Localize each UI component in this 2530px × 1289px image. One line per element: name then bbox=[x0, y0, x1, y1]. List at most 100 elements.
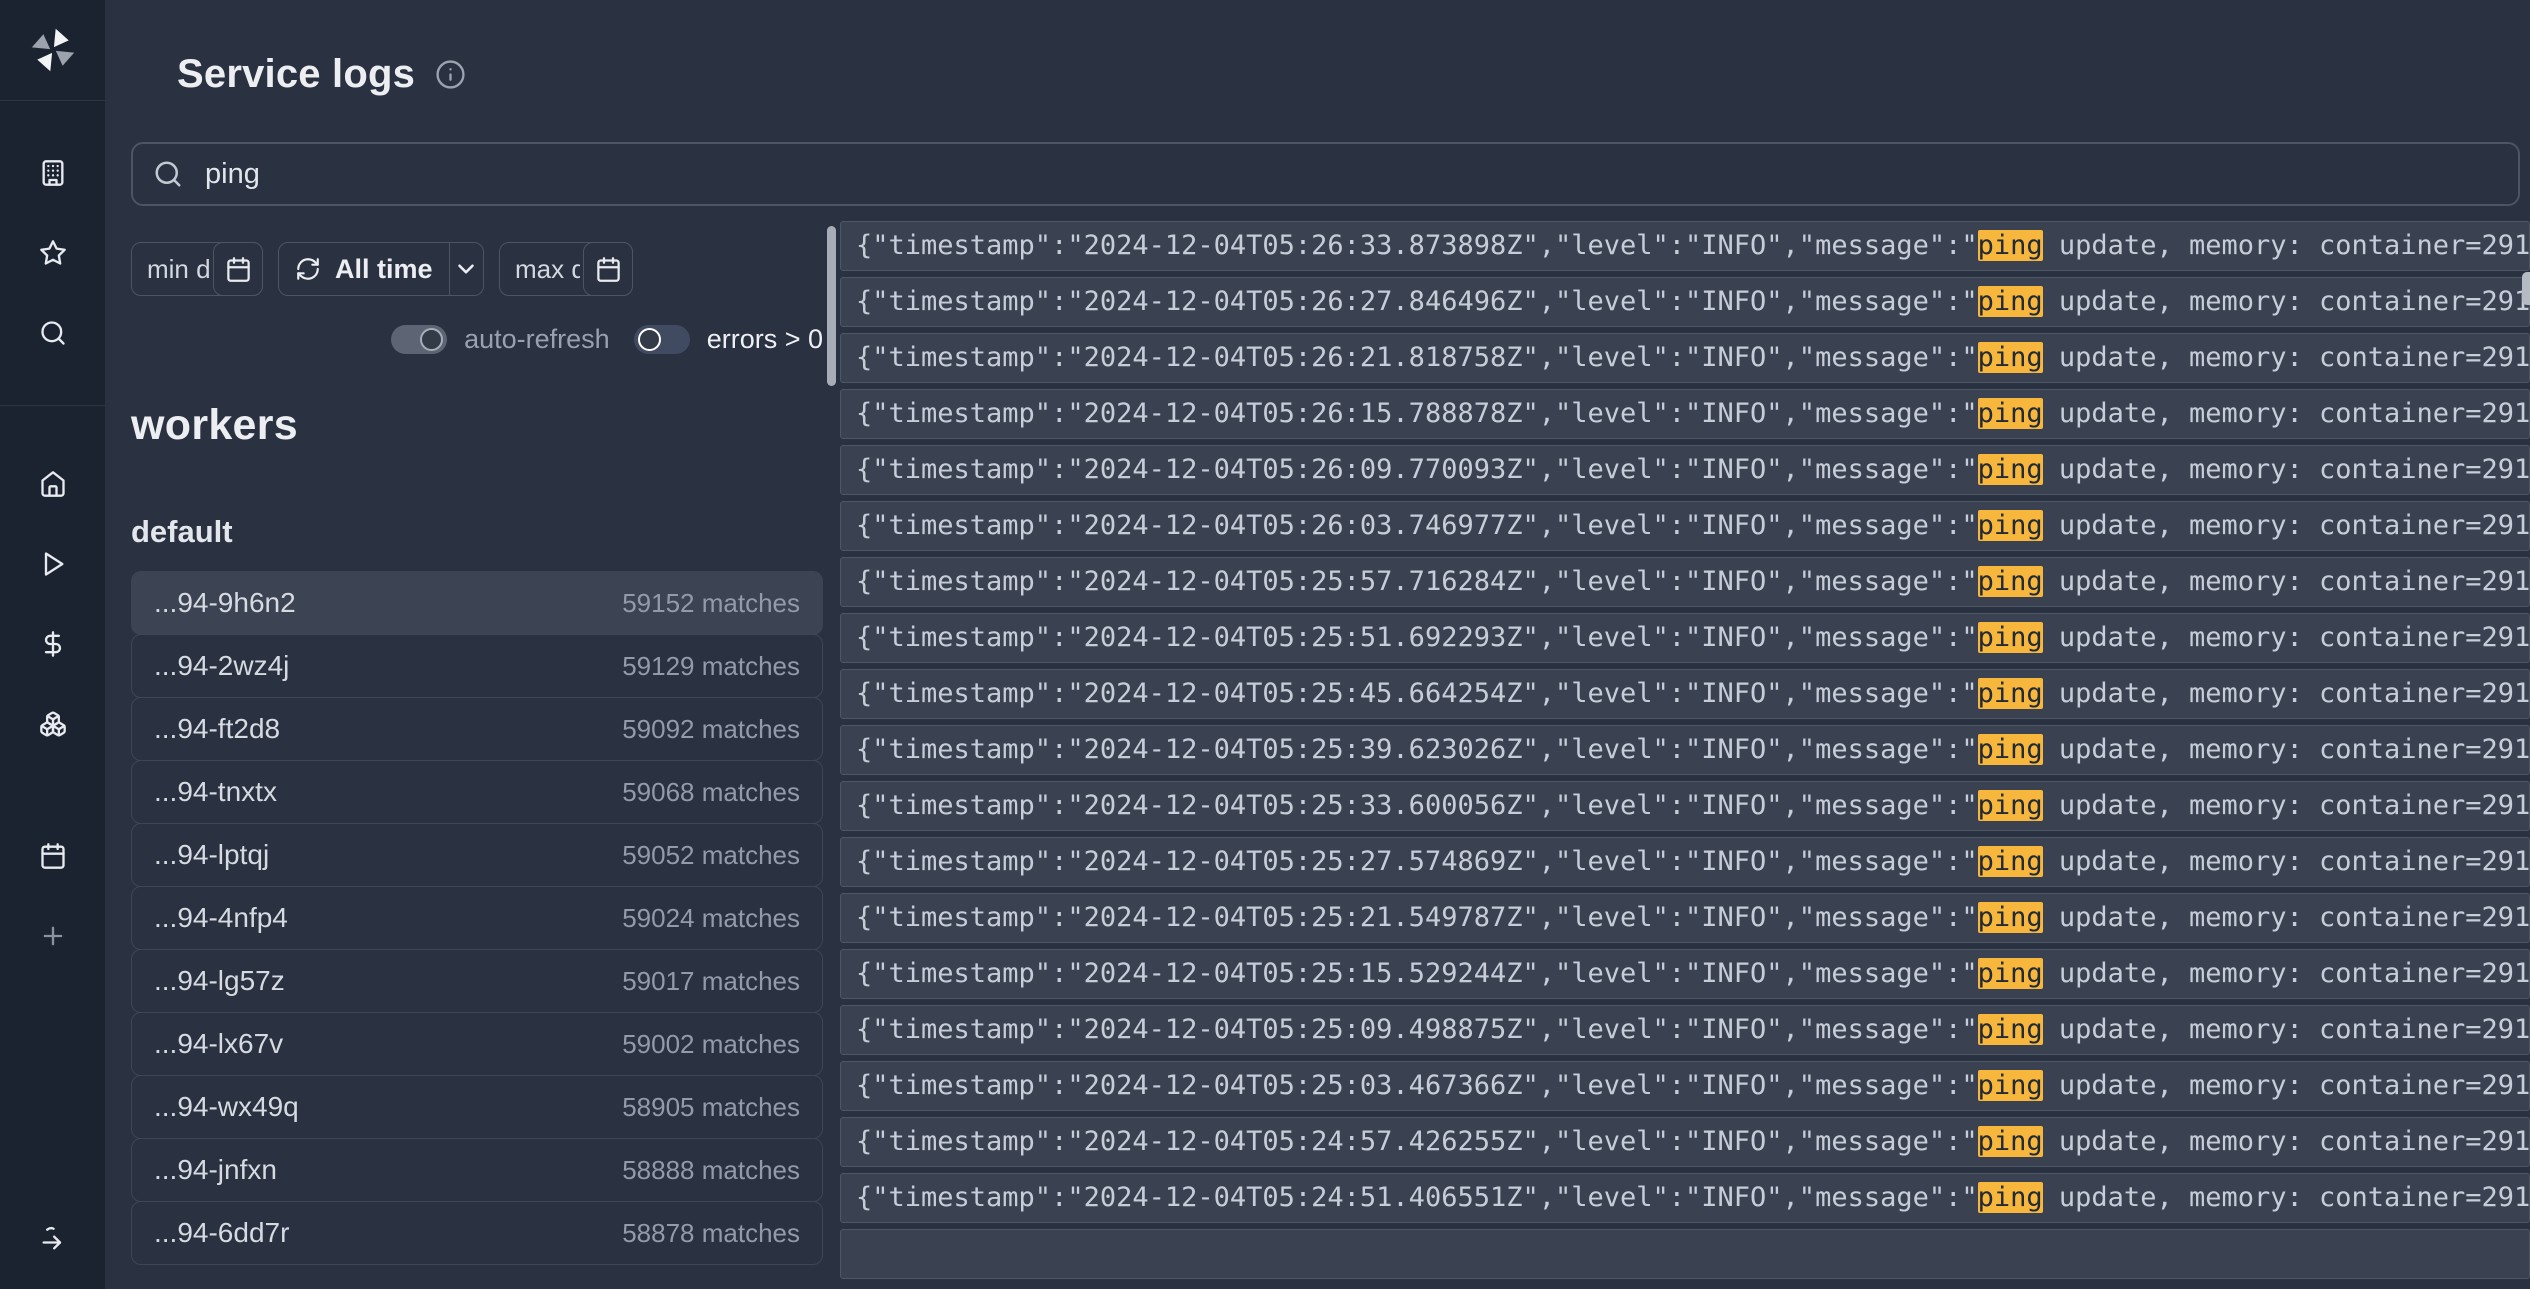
worker-row[interactable]: ...94-4nfp4 59024 matches bbox=[131, 886, 823, 950]
refresh-icon bbox=[295, 256, 321, 282]
log-row: {"timestamp":"2024-12-04T05:25:45.664254… bbox=[840, 669, 2530, 719]
log-text-pre: {"timestamp":"2024-12-04T05:24:51.406551… bbox=[856, 1182, 1978, 1213]
log-text-post: update, memory: container=291MB bbox=[2043, 1182, 2530, 1213]
search-icon bbox=[153, 159, 183, 189]
log-row: {"timestamp":"2024-12-04T05:25:21.549787… bbox=[840, 893, 2530, 943]
worker-row[interactable]: ...94-2wz4j 59129 matches bbox=[131, 634, 823, 698]
log-text-pre: {"timestamp":"2024-12-04T05:25:51.692293… bbox=[856, 622, 1978, 653]
left-panel: All time bbox=[131, 221, 823, 1289]
search-input[interactable] bbox=[205, 158, 2498, 191]
log-text-pre: {"timestamp":"2024-12-04T05:24:57.426255… bbox=[856, 1126, 1978, 1157]
worker-row[interactable]: ...94-6dd7r 58878 matches bbox=[131, 1201, 823, 1265]
sidebar-item-runs[interactable] bbox=[0, 524, 105, 604]
auto-refresh-group: auto-refresh bbox=[391, 324, 610, 355]
log-text-post: update, memory: container=291MB bbox=[2043, 286, 2530, 317]
worker-matches: 59024 matches bbox=[622, 903, 800, 934]
min-date-field bbox=[131, 242, 263, 296]
sidebar-item-search[interactable] bbox=[0, 293, 105, 373]
log-text-pre: {"timestamp":"2024-12-04T05:26:09.770093… bbox=[856, 454, 1978, 485]
worker-matches: 58878 matches bbox=[622, 1218, 800, 1249]
log-row-partial bbox=[840, 1229, 2530, 1279]
worker-name: ...94-lg57z bbox=[154, 965, 285, 997]
log-text-post: update, memory: container=291MB bbox=[2043, 454, 2530, 485]
errors-filter-label: errors > 0 bbox=[707, 324, 823, 355]
info-icon[interactable] bbox=[435, 59, 466, 90]
log-scrollbar-thumb[interactable] bbox=[827, 226, 836, 386]
sidebar-expand-button[interactable] bbox=[0, 1189, 105, 1289]
search-bar bbox=[131, 142, 2520, 206]
calendar-icon bbox=[595, 256, 622, 283]
log-row: {"timestamp":"2024-12-04T05:26:09.770093… bbox=[840, 445, 2530, 495]
chevron-down-icon bbox=[453, 256, 479, 282]
auto-refresh-toggle[interactable] bbox=[391, 325, 447, 354]
worker-name: ...94-ft2d8 bbox=[154, 713, 280, 745]
log-highlight: ping bbox=[1978, 734, 2043, 765]
sidebar-item-home[interactable] bbox=[0, 444, 105, 524]
search-icon bbox=[39, 319, 67, 347]
sidebar-item-workspace[interactable] bbox=[0, 133, 105, 213]
log-highlight: ping bbox=[1978, 230, 2043, 261]
worker-matches: 59068 matches bbox=[622, 777, 800, 808]
log-text-pre: {"timestamp":"2024-12-04T05:26:21.818758… bbox=[856, 342, 1978, 373]
log-highlight: ping bbox=[1978, 286, 2043, 317]
worker-row[interactable]: ...94-lx67v 59002 matches bbox=[131, 1012, 823, 1076]
log-highlight: ping bbox=[1978, 678, 2043, 709]
min-date-calendar-button[interactable] bbox=[213, 242, 263, 296]
worker-matches: 58888 matches bbox=[622, 1155, 800, 1186]
sidebar-item-variables[interactable] bbox=[0, 604, 105, 684]
log-highlight: ping bbox=[1978, 398, 2043, 429]
worker-row[interactable]: ...94-jnfxn 58888 matches bbox=[131, 1138, 823, 1202]
sidebar-item-resources[interactable] bbox=[0, 684, 105, 764]
sidebar-divider bbox=[0, 405, 105, 406]
log-text-pre: {"timestamp":"2024-12-04T05:25:33.600056… bbox=[856, 790, 1978, 821]
worker-row[interactable]: ...94-tnxtx 59068 matches bbox=[131, 760, 823, 824]
worker-name: ...94-wx49q bbox=[154, 1091, 299, 1123]
log-row: {"timestamp":"2024-12-04T05:25:03.467366… bbox=[840, 1061, 2530, 1111]
worker-name: ...94-jnfxn bbox=[154, 1154, 277, 1186]
worker-row[interactable]: ...94-9h6n2 59152 matches bbox=[131, 571, 823, 635]
sidebar-item-favorites[interactable] bbox=[0, 213, 105, 293]
log-highlight: ping bbox=[1978, 566, 2043, 597]
log-highlight: ping bbox=[1978, 846, 2043, 877]
worker-row[interactable]: ...94-lptqj 59052 matches bbox=[131, 823, 823, 887]
worker-matches: 59052 matches bbox=[622, 840, 800, 871]
page-scrollbar-thumb[interactable] bbox=[2522, 272, 2530, 305]
sidebar-divider bbox=[0, 100, 105, 101]
time-range-label: All time bbox=[335, 254, 433, 285]
windmill-logo[interactable] bbox=[0, 0, 105, 100]
log-text-pre: {"timestamp":"2024-12-04T05:25:45.664254… bbox=[856, 678, 1978, 709]
worker-name: ...94-tnxtx bbox=[154, 776, 277, 808]
worker-matches: 59017 matches bbox=[622, 966, 800, 997]
time-range-chevron[interactable] bbox=[449, 243, 483, 295]
log-scrollbar[interactable] bbox=[823, 221, 840, 1289]
log-row: {"timestamp":"2024-12-04T05:24:57.426255… bbox=[840, 1117, 2530, 1167]
plus-icon bbox=[39, 922, 67, 950]
worker-name: ...94-9h6n2 bbox=[154, 587, 296, 619]
time-range-button[interactable]: All time bbox=[278, 242, 484, 296]
toggle-row: auto-refresh errors > 0 bbox=[131, 321, 823, 357]
max-date-calendar-button[interactable] bbox=[583, 242, 633, 296]
log-text-post: update, memory: container=291MB bbox=[2043, 510, 2530, 541]
worker-matches: 59092 matches bbox=[622, 714, 800, 745]
building-icon bbox=[39, 159, 67, 187]
content-row: All time bbox=[131, 221, 2530, 1289]
worker-matches: 59129 matches bbox=[622, 651, 800, 682]
worker-row[interactable]: ...94-wx49q 58905 matches bbox=[131, 1075, 823, 1139]
log-text-pre: {"timestamp":"2024-12-04T05:25:39.623026… bbox=[856, 734, 1978, 765]
worker-row[interactable]: ...94-lg57z 59017 matches bbox=[131, 949, 823, 1013]
max-date-field bbox=[499, 242, 633, 296]
log-row: {"timestamp":"2024-12-04T05:26:03.746977… bbox=[840, 501, 2530, 551]
log-text-pre: {"timestamp":"2024-12-04T05:25:09.498875… bbox=[856, 1014, 1978, 1045]
log-highlight: ping bbox=[1978, 790, 2043, 821]
log-highlight: ping bbox=[1978, 1126, 2043, 1157]
worker-group-heading: default bbox=[131, 514, 823, 550]
home-icon bbox=[39, 470, 67, 498]
app-root: Service logs bbox=[0, 0, 2530, 1289]
errors-toggle[interactable] bbox=[634, 325, 690, 354]
sidebar-add-button[interactable] bbox=[0, 896, 105, 976]
log-text-post: update, memory: container=291MB bbox=[2043, 342, 2530, 373]
sidebar-item-schedules[interactable] bbox=[0, 816, 105, 896]
worker-row[interactable]: ...94-ft2d8 59092 matches bbox=[131, 697, 823, 761]
expand-arrow-icon bbox=[39, 1225, 67, 1253]
log-text-post: update, memory: container=291MB bbox=[2043, 622, 2530, 653]
